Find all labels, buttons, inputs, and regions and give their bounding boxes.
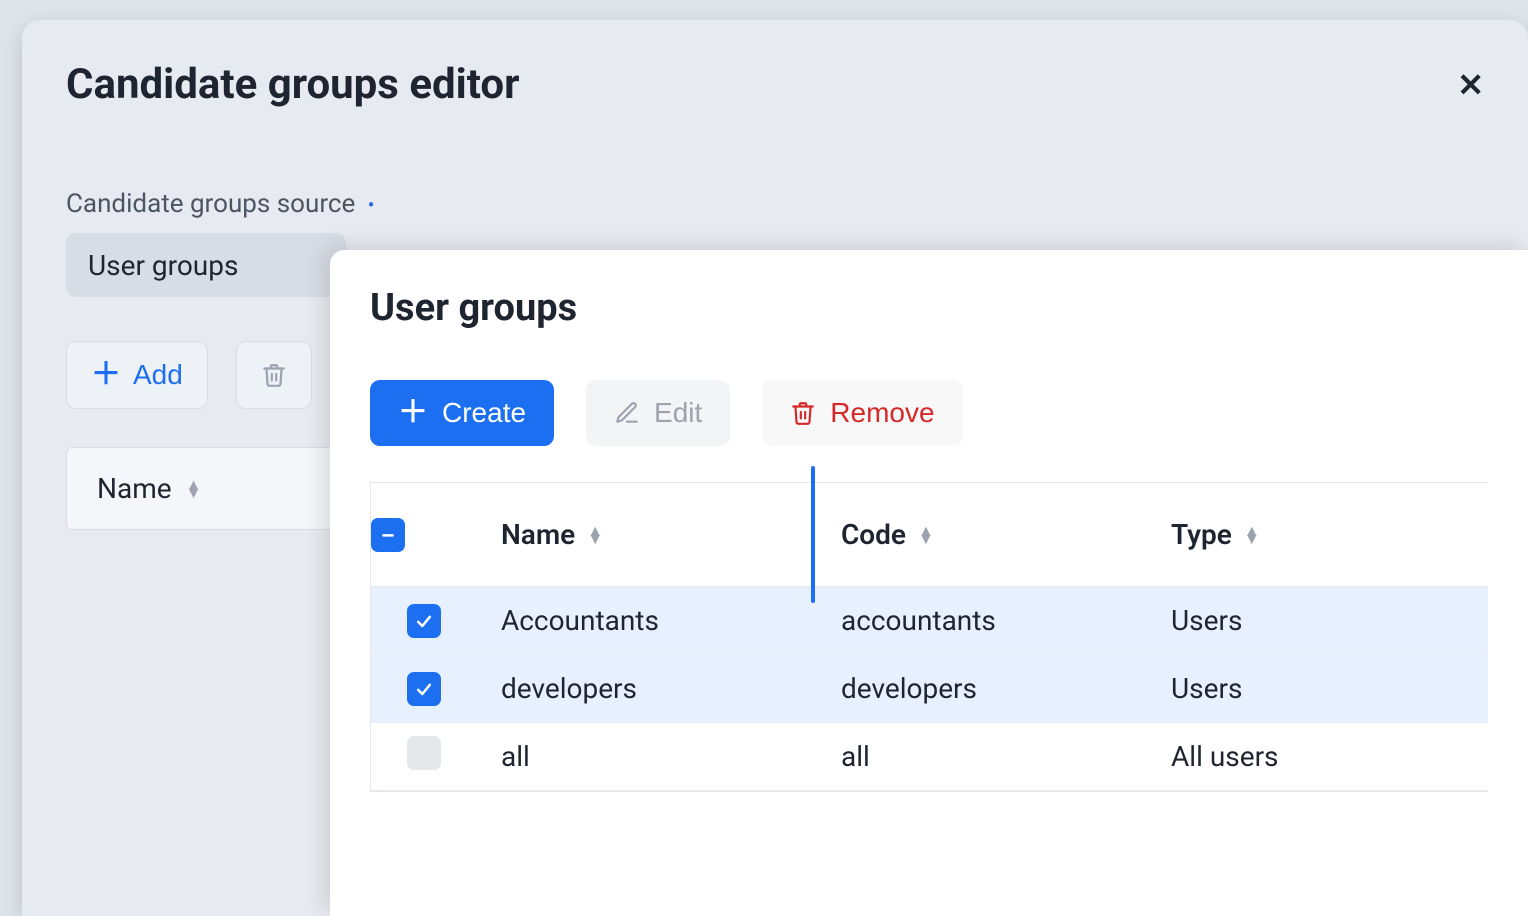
user-groups-picker-dialog: User groups ＋ Create Edit Remove — [330, 250, 1528, 916]
plus-icon: ＋ — [398, 398, 428, 428]
sort-icon: ▲▼ — [186, 481, 202, 495]
remove-button-label: Remove — [830, 397, 934, 429]
row-select-cell — [371, 604, 501, 638]
row-checkbox[interactable] — [407, 672, 441, 706]
row-name: developers — [501, 672, 841, 705]
sort-icon: ▲▼ — [1244, 527, 1260, 541]
picker-toolbar: ＋ Create Edit Remove — [370, 380, 1488, 446]
select-all-checkbox[interactable] — [371, 518, 405, 552]
row-type: All users — [1171, 740, 1488, 773]
delete-button[interactable] — [236, 341, 312, 409]
required-indicator-icon: • — [368, 193, 375, 217]
row-checkbox[interactable] — [407, 604, 441, 638]
name-column-header[interactable]: Name ▲▼ — [501, 518, 841, 551]
bg-name-column-header[interactable]: Name — [97, 472, 172, 505]
row-type: Users — [1171, 672, 1488, 705]
edit-button-label: Edit — [654, 397, 702, 429]
sort-icon: ▲▼ — [587, 527, 603, 541]
trash-icon — [790, 400, 816, 426]
name-column-label: Name — [501, 518, 575, 551]
remove-button[interactable]: Remove — [762, 380, 962, 446]
trash-icon — [261, 362, 287, 388]
edit-button[interactable]: Edit — [586, 380, 730, 446]
select-all-header — [371, 518, 501, 552]
row-code: all — [841, 740, 1171, 773]
row-code: developers — [841, 672, 1171, 705]
row-select-cell — [371, 736, 501, 777]
row-select-cell — [371, 672, 501, 706]
editor-header: Candidate groups editor ✕ — [66, 60, 1484, 109]
table-row[interactable]: all all All users — [371, 723, 1488, 791]
table-row[interactable]: Accountants accountants Users — [371, 587, 1488, 655]
background-table-header: Name ▲▼ — [66, 447, 346, 530]
picker-title: User groups — [370, 286, 1488, 330]
add-button-label: Add — [133, 359, 183, 391]
picker-table: Name ▲▼ Code ▲▼ Type ▲▼ Accountants acco… — [370, 482, 1488, 792]
table-row[interactable]: developers developers Users — [371, 655, 1488, 723]
row-code: accountants — [841, 604, 1171, 637]
close-button[interactable]: ✕ — [1457, 69, 1484, 101]
pencil-icon — [614, 400, 640, 426]
editor-title: Candidate groups editor — [66, 60, 520, 109]
row-checkbox[interactable] — [407, 736, 441, 770]
type-column-label: Type — [1171, 518, 1232, 551]
source-label-text: Candidate groups source — [66, 189, 355, 219]
code-column-header[interactable]: Code ▲▼ — [841, 518, 1171, 551]
row-name: Accountants — [501, 604, 841, 637]
add-button[interactable]: ＋ Add — [66, 341, 208, 409]
source-label: Candidate groups source • — [66, 189, 1484, 219]
sort-icon: ▲▼ — [918, 527, 934, 541]
plus-icon: ＋ — [91, 360, 121, 390]
create-button[interactable]: ＋ Create — [370, 380, 554, 446]
code-column-label: Code — [841, 518, 906, 551]
row-type: Users — [1171, 604, 1488, 637]
row-name: all — [501, 740, 841, 773]
create-button-label: Create — [442, 397, 526, 429]
source-select[interactable]: User groups — [66, 233, 346, 297]
picker-table-head: Name ▲▼ Code ▲▼ Type ▲▼ — [371, 483, 1488, 587]
source-select-value: User groups — [88, 249, 238, 282]
close-icon: ✕ — [1457, 67, 1484, 103]
type-column-header[interactable]: Type ▲▼ — [1171, 518, 1488, 551]
